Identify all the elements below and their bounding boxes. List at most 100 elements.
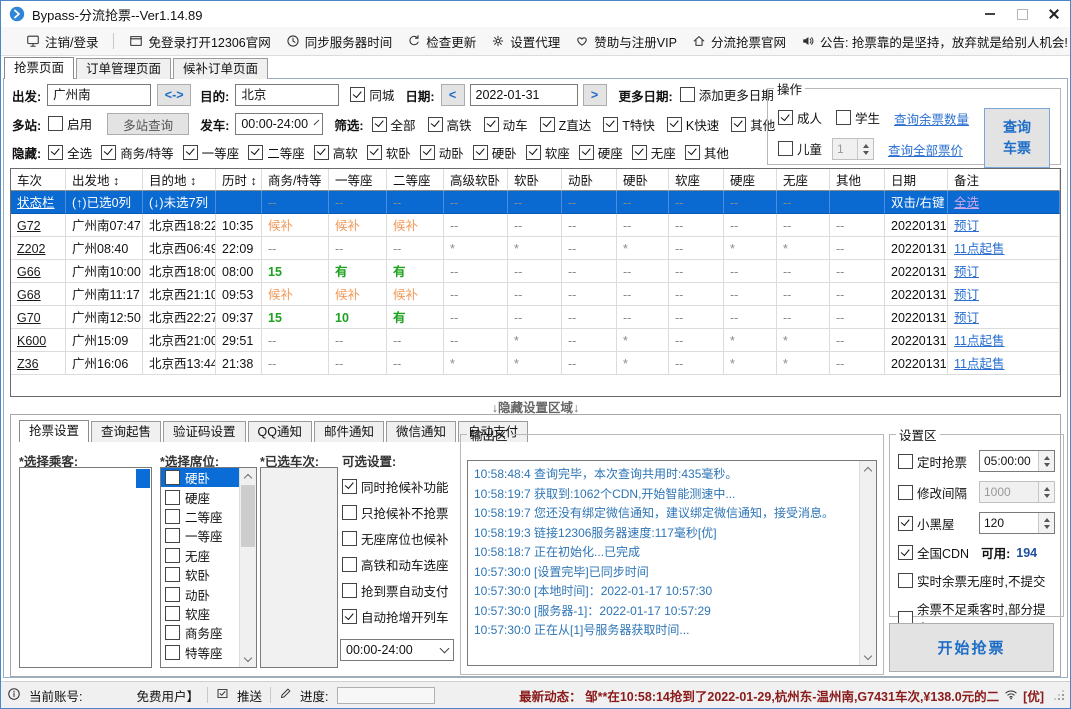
column-header[interactable]: 备注 bbox=[948, 169, 1060, 191]
checkbox-item[interactable]: 只抢候补不抢票 bbox=[342, 503, 449, 521]
train-code[interactable]: G66 bbox=[11, 260, 66, 283]
checkbox[interactable] bbox=[679, 87, 695, 102]
tab-QQ通知[interactable]: QQ通知 bbox=[247, 421, 312, 442]
column-header[interactable]: 目的地 ↕ bbox=[143, 169, 216, 191]
column-header[interactable]: 历时 ↕ bbox=[216, 169, 262, 191]
push-label[interactable]: 推送 bbox=[237, 686, 262, 705]
scroll-thumb[interactable] bbox=[241, 485, 255, 547]
checkbox[interactable] bbox=[419, 144, 435, 160]
spinner-arrows[interactable] bbox=[1038, 513, 1054, 533]
next-date-button[interactable]: > bbox=[582, 84, 607, 106]
checkbox-item[interactable]: 抢到票自动支付 bbox=[342, 582, 449, 600]
checkbox[interactable] bbox=[48, 144, 64, 160]
spinner[interactable]: 120 bbox=[979, 512, 1055, 534]
scroll-up-icon[interactable] bbox=[860, 461, 876, 477]
remark-link[interactable]: 预订 bbox=[948, 260, 1060, 283]
checkbox-item[interactable]: 无座席位也候补 bbox=[342, 529, 449, 547]
output-scrollbar[interactable] bbox=[859, 461, 876, 665]
toolbar-item[interactable]: 设置代理 bbox=[491, 32, 560, 51]
checkbox-item[interactable]: 修改间隔 bbox=[898, 483, 967, 502]
remark-link[interactable]: 预订 bbox=[948, 214, 1060, 237]
train-code[interactable]: Z36 bbox=[11, 352, 66, 375]
checkbox[interactable] bbox=[898, 484, 913, 500]
checkbox-item[interactable]: 二等座 bbox=[248, 143, 305, 162]
checkbox[interactable] bbox=[165, 586, 180, 602]
column-header[interactable]: 车次 bbox=[11, 169, 66, 191]
column-header[interactable]: 高级软卧 bbox=[444, 169, 508, 191]
checkbox-item[interactable]: 自动抢增开列车 bbox=[342, 608, 449, 626]
toolbar-item[interactable]: 公告: 抢票靠的是坚持，放弃就是给别人机会! bbox=[801, 32, 1068, 51]
scroll-up-icon[interactable] bbox=[240, 468, 256, 484]
checkbox-item[interactable]: 其他 bbox=[684, 143, 729, 162]
spinner-value[interactable]: 05:00:00 bbox=[980, 451, 1038, 471]
column-header[interactable]: 软座 bbox=[669, 169, 724, 191]
start-grab-button[interactable]: 开始抢票 bbox=[889, 623, 1054, 672]
checkbox[interactable] bbox=[165, 625, 180, 641]
checkbox[interactable] bbox=[342, 609, 357, 625]
seat-option[interactable]: 软座 bbox=[161, 604, 240, 623]
checkbox-item[interactable]: 添加更多日期 bbox=[679, 85, 774, 104]
checkbox-item[interactable]: 成人 bbox=[778, 108, 822, 127]
table-row[interactable]: Z36 广州16:06 北京西13:44 21:38 -- -- -- * * -- * -- * * --… bbox=[11, 352, 1060, 375]
tab-抢票设置[interactable]: 抢票设置 bbox=[19, 420, 90, 442]
checkbox-item[interactable]: 商务/特等 bbox=[101, 143, 174, 162]
spinner[interactable]: 1 bbox=[832, 138, 875, 160]
checkbox[interactable] bbox=[48, 116, 64, 131]
status-row[interactable]: 状态栏 (↑)已选0列 (↓)未选7列 -- -- -- -- -- -- -- -- -- -- 双击/… bbox=[11, 191, 1060, 214]
checkbox[interactable] bbox=[371, 116, 387, 132]
checkbox[interactable] bbox=[165, 567, 180, 583]
checkbox-item[interactable]: 硬座 bbox=[578, 143, 623, 162]
checkbox-item[interactable]: Z直达 bbox=[539, 115, 591, 134]
checkbox[interactable] bbox=[165, 489, 180, 505]
checkbox-item[interactable]: 高软 bbox=[313, 143, 358, 162]
checkbox-item[interactable]: 同城 bbox=[350, 85, 394, 104]
column-header[interactable]: 二等座 bbox=[387, 169, 444, 191]
passenger-listbox[interactable] bbox=[19, 467, 152, 668]
train-code[interactable]: G68 bbox=[11, 283, 66, 306]
checkbox-item[interactable]: 儿童 bbox=[778, 139, 822, 158]
table-row[interactable]: G68 广州南11:17 北京西21:10 09:53 候补 候补 候补 -- -- -- -- --… bbox=[11, 283, 1060, 306]
output-log[interactable]: 10:58:48:4 查询完毕，本次查询共用时:435毫秒。 10:58:19:7… bbox=[467, 460, 877, 666]
seat-option[interactable]: 动卧 bbox=[161, 584, 240, 603]
column-header[interactable]: 硬卧 bbox=[617, 169, 669, 191]
toolbar-item[interactable]: 分流抢票官网 bbox=[692, 32, 786, 51]
date-input[interactable]: 2022-01-31 bbox=[469, 84, 578, 106]
selected-trains-listbox[interactable] bbox=[260, 467, 338, 668]
checkbox[interactable] bbox=[313, 144, 329, 160]
checkbox[interactable] bbox=[578, 144, 594, 160]
tab-邮件通知[interactable]: 邮件通知 bbox=[314, 421, 385, 442]
seat-option[interactable]: 硬卧 bbox=[161, 468, 240, 488]
checkbox[interactable] bbox=[342, 504, 357, 520]
query-tickets-button[interactable]: 查询 车票 bbox=[984, 108, 1050, 168]
spinner[interactable]: 1000 bbox=[979, 481, 1055, 503]
checkbox-item[interactable]: 小黑屋 bbox=[898, 514, 955, 533]
checkbox[interactable] bbox=[248, 144, 264, 160]
multi-station-query-button[interactable]: 多站查询 bbox=[107, 113, 190, 135]
seat-listbox[interactable]: 硬卧 硬座 二等座 一等座 无座 软卧 动卧 软座 商务座 特等座 bbox=[160, 467, 257, 668]
close-button[interactable] bbox=[1038, 1, 1070, 27]
checkbox-item[interactable]: 无座 bbox=[631, 143, 676, 162]
column-header[interactable]: 其他 bbox=[830, 169, 885, 191]
spinner-value[interactable]: 120 bbox=[980, 513, 1038, 533]
checkbox-item[interactable]: 全部 bbox=[371, 115, 416, 134]
checkbox-item[interactable]: 动车 bbox=[483, 115, 528, 134]
checkbox[interactable] bbox=[182, 144, 198, 160]
checkbox[interactable] bbox=[342, 583, 357, 599]
checkbox[interactable] bbox=[101, 144, 117, 160]
swap-stations-button[interactable]: <-> bbox=[157, 84, 192, 106]
column-header[interactable]: 动卧 bbox=[562, 169, 617, 191]
toolbar-item[interactable]: 同步服务器时间 bbox=[286, 32, 392, 51]
checkbox[interactable] bbox=[165, 508, 180, 524]
table-row[interactable]: K600 广州15:09 北京西21:00 29:51 -- -- -- -- * -- * -- * *… bbox=[11, 329, 1060, 352]
spinner-arrows[interactable] bbox=[1038, 451, 1054, 471]
checkbox[interactable] bbox=[342, 557, 357, 573]
checkbox-item[interactable]: 全选 bbox=[48, 143, 92, 162]
tab-微信通知[interactable]: 微信通知 bbox=[386, 421, 457, 442]
column-header[interactable]: 日期 bbox=[885, 169, 948, 191]
checkbox[interactable] bbox=[684, 144, 700, 160]
tab-验证码设置[interactable]: 验证码设置 bbox=[163, 421, 246, 442]
checkbox[interactable] bbox=[366, 144, 382, 160]
table-row[interactable]: G72 广州南07:47 北京西18:22 10:35 候补 候补 候补 -- -- -- -- --… bbox=[11, 214, 1060, 237]
checkbox[interactable] bbox=[342, 478, 357, 494]
depart-input[interactable]: 广州南 bbox=[47, 84, 152, 106]
